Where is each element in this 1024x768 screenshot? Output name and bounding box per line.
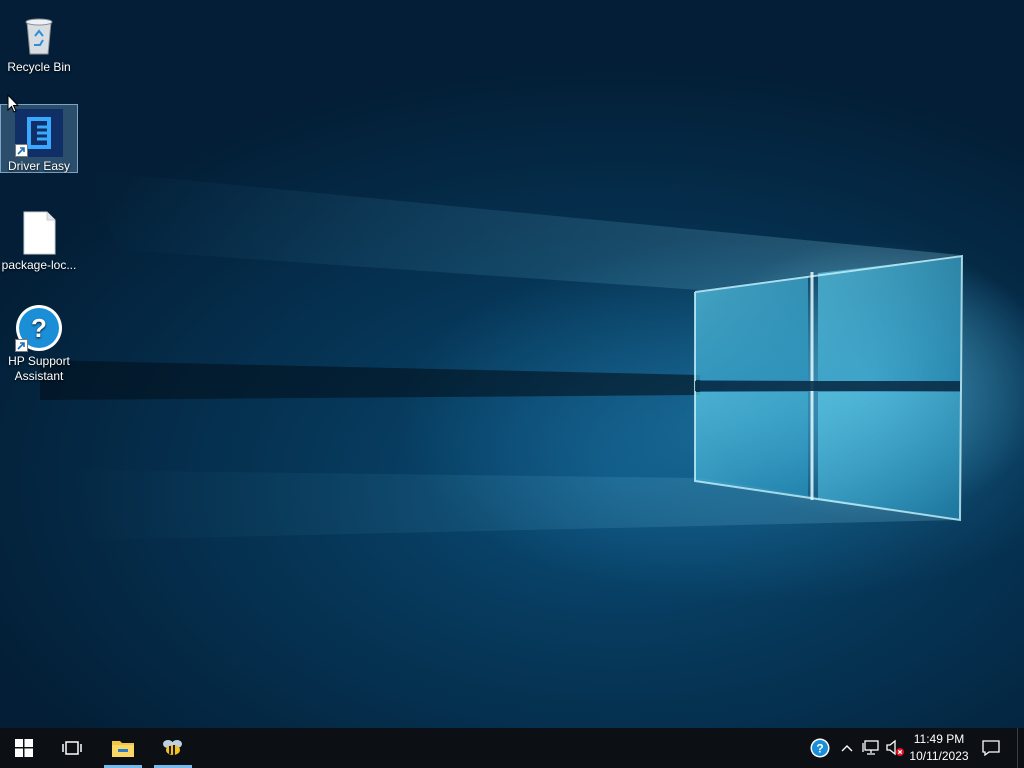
shortcut-arrow-icon bbox=[15, 144, 28, 157]
clock-date: 10/11/2023 bbox=[909, 749, 969, 763]
network-icon bbox=[862, 740, 879, 755]
desktop-icon-package-lock[interactable]: package-loc... bbox=[0, 204, 78, 274]
bee-app-icon bbox=[163, 740, 182, 755]
action-center-icon bbox=[982, 740, 1000, 757]
tray-show-hidden[interactable] bbox=[837, 738, 857, 758]
windows-start-icon bbox=[15, 739, 33, 757]
document-file-icon bbox=[15, 208, 63, 256]
task-view-button[interactable] bbox=[52, 728, 92, 768]
desktop-icon-label: Driver Easy bbox=[7, 159, 70, 173]
chevron-up-icon bbox=[841, 745, 853, 752]
start-button[interactable] bbox=[4, 728, 44, 768]
taskbar-clock[interactable]: 11:49 PM 10/11/2023 bbox=[905, 731, 973, 765]
file-explorer-icon bbox=[112, 741, 134, 757]
desktop-icon-label: Recycle Bin bbox=[7, 60, 71, 74]
clock-time: 11:49 PM bbox=[913, 732, 965, 746]
show-desktop-button[interactable] bbox=[1017, 728, 1024, 768]
mouse-pointer-icon bbox=[7, 94, 19, 113]
desktop[interactable]: Recycle Bin Driver Easy package-loc... ?… bbox=[0, 0, 1024, 728]
task-view-icon bbox=[62, 741, 82, 755]
taskbar-file-explorer[interactable] bbox=[103, 728, 143, 768]
taskbar-bee-app[interactable] bbox=[153, 728, 193, 768]
taskbar[interactable]: ? 11:49 PM 10/11/2023 bbox=[0, 728, 1024, 768]
tray-volume[interactable] bbox=[885, 738, 905, 758]
desktop-icon-label: package-loc... bbox=[1, 258, 77, 272]
desktop-icon-driver-easy[interactable]: Driver Easy bbox=[0, 104, 78, 173]
action-center-button[interactable] bbox=[981, 738, 1001, 758]
desktop-icon-label: HP Support Assistant bbox=[8, 354, 70, 383]
recycle-bin-icon bbox=[15, 10, 63, 58]
driver-easy-icon bbox=[15, 109, 63, 157]
tray-network[interactable] bbox=[861, 738, 881, 758]
volume-muted-icon bbox=[886, 739, 904, 756]
tray-hp-support[interactable]: ? bbox=[810, 738, 830, 758]
svg-text:?: ? bbox=[816, 742, 823, 756]
desktop-icon-hp-support-assistant[interactable]: ? HP Support Assistant bbox=[0, 300, 78, 386]
help-circle-icon: ? bbox=[15, 304, 63, 352]
wallpaper bbox=[40, 170, 964, 540]
shortcut-arrow-icon bbox=[15, 339, 28, 352]
svg-text:?: ? bbox=[31, 313, 47, 343]
hp-support-icon: ? bbox=[810, 738, 830, 758]
desktop-icon-recycle-bin[interactable]: Recycle Bin bbox=[0, 6, 78, 76]
